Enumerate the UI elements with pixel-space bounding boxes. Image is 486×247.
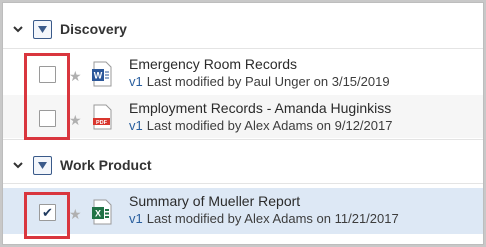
document-meta: v1 Last modified by Alex Adams on 11/21/2… [129,211,399,226]
folder-filter-icon [33,19,52,39]
star-icon[interactable]: ★ [69,113,82,127]
document-list-panel: Discovery ★ W Emergency Room Records v1 L… [2,2,484,245]
document-meta: v1 Last modified by Paul Unger on 3/15/20… [129,74,390,89]
version-link[interactable]: v1 [129,74,143,89]
last-modified-text: Last modified by Alex Adams on 9/12/2017 [146,118,393,133]
document-title-link[interactable]: Summary of Mueller Report [129,193,300,209]
last-modified-text: Last modified by Paul Unger on 3/15/2019 [146,74,390,89]
checkmark-icon: ✔ [42,205,53,220]
excel-letter: X [95,209,101,219]
version-link[interactable]: v1 [129,211,143,226]
last-modified-text: Last modified by Alex Adams on 11/21/201… [146,211,399,226]
group-header-discovery[interactable]: Discovery [3,11,483,47]
star-icon[interactable]: ★ [69,207,82,221]
row-checkbox-checked[interactable]: ✔ [39,204,56,221]
excel-document-icon: X [91,199,113,225]
row-checkbox[interactable] [39,110,56,127]
document-row-emergency-room-records[interactable]: ★ W Emergency Room Records v1 Last modifi… [3,51,483,94]
document-meta: v1 Last modified by Alex Adams on 9/12/20… [129,118,392,133]
word-document-icon: W [91,61,113,87]
pdf-document-icon: PDF [91,104,113,130]
divider [3,139,483,140]
star-icon[interactable]: ★ [69,69,82,83]
pdf-label: PDF [96,120,108,126]
chevron-down-icon[interactable] [12,159,24,171]
divider [3,48,483,49]
divider [3,183,483,184]
folder-filter-icon [33,155,52,175]
document-row-summary-of-mueller-report[interactable]: ✔ ★ X Summary of Mueller Report v1 Last m… [3,188,483,234]
version-link[interactable]: v1 [129,118,143,133]
row-checkbox[interactable] [39,66,56,83]
group-title-work-product: Work Product [60,157,152,173]
document-title-link[interactable]: Employment Records - Amanda Huginkiss [129,100,391,116]
document-row-employment-records[interactable]: ★ PDF Employment Records - Amanda Hugink… [3,95,483,138]
document-title-link[interactable]: Emergency Room Records [129,56,297,72]
group-title-discovery: Discovery [60,21,127,37]
word-letter: W [94,71,103,81]
group-header-work-product[interactable]: Work Product [3,147,483,183]
chevron-down-icon[interactable] [12,23,24,35]
